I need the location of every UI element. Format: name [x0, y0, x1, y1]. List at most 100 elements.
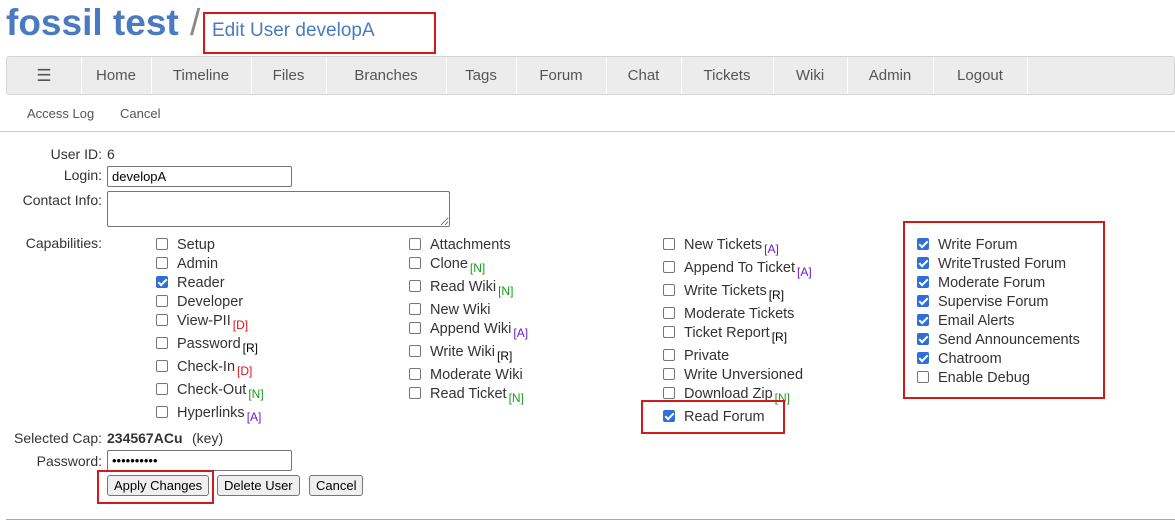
cap-check-in-tag: [D]	[237, 364, 253, 378]
cap-check-out-label: Check-Out [N]	[177, 382, 264, 401]
cap-view-pii-checkbox[interactable]	[156, 314, 168, 326]
nav-item-tickets[interactable]: Tickets	[681, 57, 774, 94]
cap-write-wiki-label: Write Wiki [R]	[430, 344, 513, 363]
cap-clone-label: Clone [N]	[430, 256, 486, 275]
cap-new-tickets-label: New Tickets [A]	[684, 237, 779, 256]
cap-append-wiki-label: Append Wiki [A]	[430, 321, 529, 340]
highlight-box-read-forum	[641, 400, 785, 434]
cap-clone-tag: [N]	[469, 261, 486, 275]
cap-admin-label: Admin	[177, 256, 219, 272]
subnav-cancel[interactable]: Cancel	[120, 106, 160, 121]
nav-item-forum[interactable]: Forum	[516, 57, 607, 94]
nav-item-home[interactable]: Home	[81, 57, 152, 94]
cap-setup-label: Setup	[177, 237, 215, 253]
cap-new-wiki-label: New Wiki	[430, 302, 491, 318]
cap-check-out-tag: [N]	[248, 387, 264, 401]
cap-read-wiki-label: Read Wiki [N]	[430, 279, 514, 298]
cap-append-to-ticket-checkbox[interactable]	[663, 261, 675, 273]
password-label: Password:	[36, 453, 102, 469]
cap-moderate-wiki-label: Moderate Wiki	[430, 367, 523, 383]
cap-append-wiki-checkbox[interactable]	[409, 322, 421, 334]
nav-item-branches[interactable]: Branches	[326, 57, 447, 94]
cap-new-tickets-checkbox[interactable]	[663, 238, 675, 250]
user-id-label: User ID:	[50, 146, 102, 162]
capabilities-label: Capabilities:	[25, 235, 102, 251]
cap-write-unversioned-checkbox[interactable]	[663, 368, 675, 380]
cap-developer-checkbox[interactable]	[156, 295, 168, 307]
cap-write-tickets-tag: [R]	[768, 288, 785, 302]
cap-append-to-ticket-tag: [A]	[796, 265, 812, 279]
login-label: Login:	[63, 167, 102, 183]
cap-append-wiki-tag: [A]	[513, 326, 529, 340]
cap-write-tickets-checkbox[interactable]	[663, 284, 675, 296]
cap-password-label: Password [R]	[177, 336, 259, 355]
cap-setup-checkbox[interactable]	[156, 238, 168, 250]
nav-item-wiki[interactable]: Wiki	[773, 57, 848, 94]
login-input[interactable]	[107, 166, 292, 187]
selected-cap-label: Selected Cap:	[14, 430, 102, 446]
cap-reader-label: Reader	[177, 275, 225, 291]
highlight-box-forum-caps	[903, 221, 1105, 399]
cap-new-tickets-tag: [A]	[764, 242, 779, 256]
contact-info-field[interactable]	[107, 191, 450, 227]
cap-password-tag: [R]	[242, 341, 259, 355]
cap-read-ticket-label: Read Ticket [N]	[430, 386, 524, 405]
cap-moderate-tickets-label: Moderate Tickets	[684, 306, 795, 322]
cap-attachments-checkbox[interactable]	[409, 238, 421, 250]
cap-read-wiki-checkbox[interactable]	[409, 280, 421, 292]
nav-item-timeline[interactable]: Timeline	[151, 57, 252, 94]
cap-admin-checkbox[interactable]	[156, 257, 168, 269]
cap-write-wiki-tag: [R]	[496, 349, 513, 363]
cap-check-out-checkbox[interactable]	[156, 383, 168, 395]
cap-hyperlinks-checkbox[interactable]	[156, 406, 168, 418]
sub-nav: Access Log Cancel	[0, 98, 1175, 132]
cap-ticket-report-label: Ticket Report [R]	[684, 325, 788, 344]
cap-read-wiki-tag: [N]	[498, 284, 514, 298]
cap-write-unversioned-label: Write Unversioned	[684, 367, 804, 383]
subnav-access-log[interactable]: Access Log	[27, 106, 94, 121]
user-id-value: 6	[107, 146, 115, 162]
cap-ticket-report-tag: [R]	[771, 330, 788, 344]
cap-ticket-report-checkbox[interactable]	[663, 326, 675, 338]
cap-read-ticket-tag: [N]	[508, 391, 524, 405]
cap-moderate-tickets-checkbox[interactable]	[663, 307, 675, 319]
nav-item-chat[interactable]: Chat	[606, 57, 682, 94]
password-input[interactable]	[107, 450, 292, 471]
cap-hyperlinks-label: Hyperlinks [A]	[177, 405, 262, 424]
cap-attachments-label: Attachments	[430, 237, 511, 253]
cancel-button[interactable]: Cancel	[309, 475, 364, 496]
nav-item-files[interactable]: Files	[251, 57, 327, 94]
page-title: Edit User developA	[212, 20, 375, 41]
cap-view-pii-label: View-PII [D]	[177, 313, 249, 332]
cap-developer-label: Developer	[177, 294, 244, 310]
cap-write-tickets-label: Write Tickets [R]	[684, 283, 785, 302]
contact-info-label: Contact Info:	[22, 192, 102, 208]
cap-read-ticket-checkbox[interactable]	[409, 387, 421, 399]
selected-cap-value: 234567ACu	[107, 430, 183, 446]
title-separator: /	[190, 2, 201, 43]
cap-new-wiki-checkbox[interactable]	[409, 303, 421, 315]
cap-download-zip-checkbox[interactable]	[663, 387, 675, 399]
nav-item-admin[interactable]: Admin	[847, 57, 934, 94]
cap-reader-checkbox[interactable]	[156, 276, 168, 288]
cap-moderate-wiki-checkbox[interactable]	[409, 368, 421, 380]
footer-divider	[6, 519, 1175, 520]
main-nav: ☰ Home Timeline Files Branches Tags Foru…	[6, 56, 1175, 95]
cap-check-in-checkbox[interactable]	[156, 360, 168, 372]
cap-private-label: Private	[684, 348, 730, 364]
cap-append-to-ticket-label: Append To Ticket [A]	[684, 260, 812, 279]
cap-check-in-label: Check-In [D]	[177, 359, 253, 378]
capability-key-link[interactable]: (key)	[192, 430, 223, 446]
delete-user-button[interactable]: Delete User	[217, 475, 300, 496]
cap-clone-checkbox[interactable]	[409, 257, 421, 269]
nav-item-logout[interactable]: Logout	[933, 57, 1028, 94]
menu-icon[interactable]: ☰	[7, 57, 82, 94]
cap-private-checkbox[interactable]	[663, 349, 675, 361]
cap-hyperlinks-tag: [A]	[246, 410, 262, 424]
site-title[interactable]: fossil test	[6, 2, 179, 44]
cap-password-checkbox[interactable]	[156, 337, 168, 349]
cap-view-pii-tag: [D]	[232, 318, 249, 332]
nav-item-tags[interactable]: Tags	[446, 57, 517, 94]
cap-write-wiki-checkbox[interactable]	[409, 345, 421, 357]
highlight-box-apply	[97, 470, 214, 504]
